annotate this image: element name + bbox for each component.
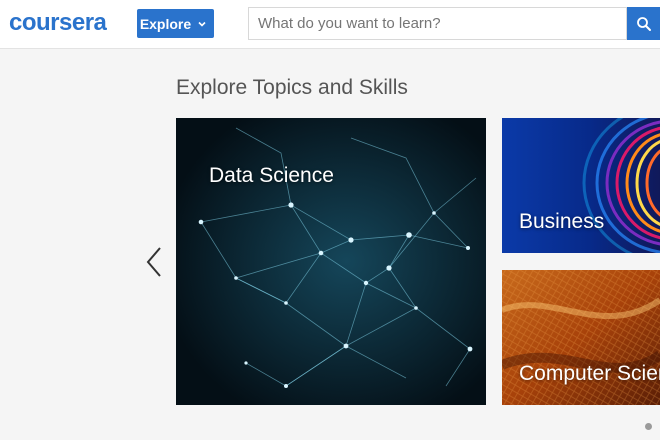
chevron-down-icon <box>198 21 206 27</box>
coursera-logo[interactable]: coursera <box>9 9 107 37</box>
topic-card-data-science[interactable]: Data Science <box>176 118 486 405</box>
card-label: Computer Science <box>519 362 660 385</box>
topic-card-business[interactable]: Business <box>502 118 660 253</box>
card-label: Business <box>519 210 605 233</box>
explore-button[interactable]: Explore <box>137 9 214 38</box>
search-button[interactable] <box>627 7 660 40</box>
pagination-dot[interactable] <box>645 423 652 430</box>
network-image <box>176 118 486 405</box>
explore-button-label: Explore <box>139 15 192 32</box>
top-navigation-bar: coursera Explore <box>0 0 660 49</box>
chevron-left-icon[interactable] <box>140 244 168 280</box>
search-icon <box>636 16 651 31</box>
search-input[interactable] <box>248 7 627 40</box>
card-label: Data Science <box>209 164 334 187</box>
section-title: Explore Topics and Skills <box>176 76 408 99</box>
topic-card-computer-science[interactable]: Computer Science <box>502 270 660 405</box>
